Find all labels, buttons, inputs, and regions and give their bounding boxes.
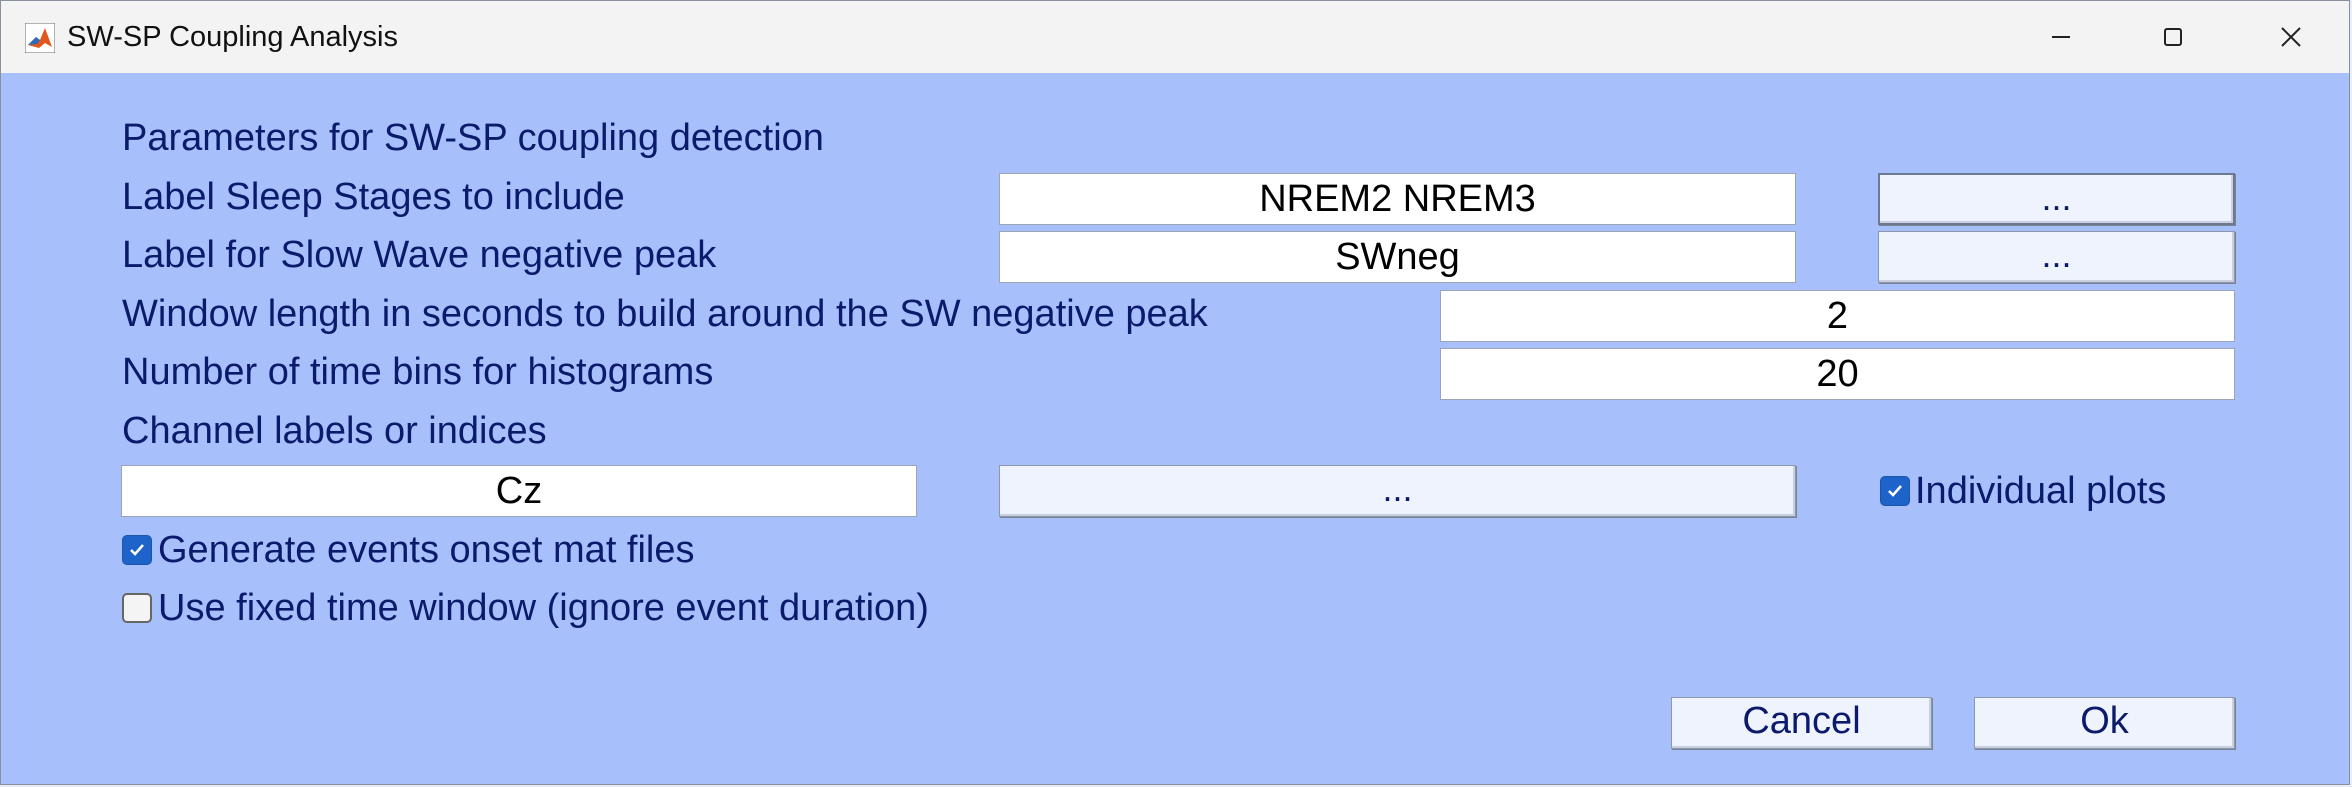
window-title: SW-SP Coupling Analysis [67,21,398,53]
title-bar[interactable]: SW-SP Coupling Analysis [1,1,2349,73]
individual-plots-checkbox[interactable] [1880,476,1910,506]
sw-peak-label: Label for Slow Wave negative peak [122,234,717,276]
individual-plots-label: Individual plots [1915,470,2167,512]
sw-peak-input[interactable] [999,231,1796,283]
fixed-window-checkbox[interactable] [122,593,152,623]
dialog-window: SW-SP Coupling Analysis Parameters for S… [0,0,2350,785]
channels-input[interactable] [121,465,917,517]
ok-button[interactable]: Ok [1974,697,2235,749]
channels-label: Channel labels or indices [122,410,547,452]
close-button[interactable] [2235,1,2347,73]
sw-peak-browse-button[interactable]: ... [1878,231,2235,283]
sleep-stages-browse-button[interactable]: ... [1878,173,2235,225]
generate-onsets-label: Generate events onset mat files [158,529,695,571]
minimize-icon [2050,26,2072,48]
close-icon [2279,25,2303,49]
time-bins-input[interactable] [1440,348,2235,400]
checkmark-icon [1881,477,1909,505]
matlab-icon [24,22,56,54]
time-bins-label: Number of time bins for histograms [122,351,714,393]
section-heading: Parameters for SW-SP coupling detection [122,117,824,159]
sleep-stages-input[interactable] [999,173,1796,225]
generate-onsets-checkbox[interactable] [122,535,152,565]
window-length-input[interactable] [1440,290,2235,342]
maximize-button[interactable] [2117,1,2229,73]
minimize-button[interactable] [2005,1,2117,73]
cancel-button[interactable]: Cancel [1671,697,1932,749]
checkmark-icon [123,536,151,564]
maximize-icon [2162,26,2184,48]
window-length-label: Window length in seconds to build around… [122,293,1208,335]
fixed-window-label: Use fixed time window (ignore event dura… [158,587,929,629]
channels-browse-button[interactable]: ... [999,465,1796,517]
sleep-stages-label: Label Sleep Stages to include [122,176,625,218]
